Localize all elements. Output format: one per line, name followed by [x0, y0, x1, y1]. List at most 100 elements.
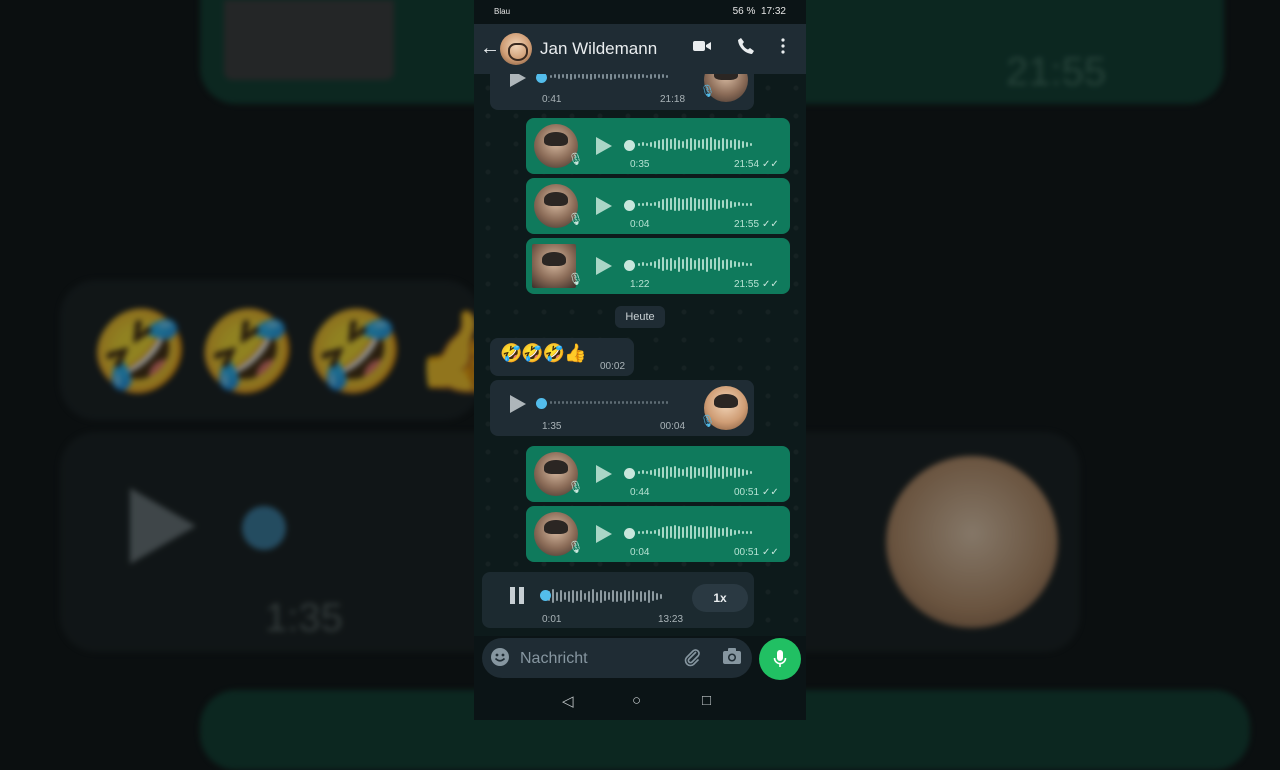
waveform-bar — [710, 198, 712, 210]
progress-dot[interactable] — [536, 398, 547, 409]
waveform-bar — [642, 142, 644, 146]
voice-message-outgoing[interactable]: 🎙 0:35 21:54 ✓✓ — [526, 118, 790, 174]
waveform-bar — [666, 74, 668, 78]
message-time: 00:04 — [660, 421, 686, 432]
waveform[interactable] — [638, 254, 752, 274]
voice-message-outgoing[interactable]: 🎙 0:04 00:51 ✓✓ — [526, 506, 790, 562]
waveform-bar — [590, 400, 592, 404]
waveform-bar — [642, 530, 644, 534]
waveform[interactable] — [550, 392, 668, 412]
waveform-bar — [578, 400, 580, 404]
play-icon[interactable] — [510, 395, 526, 413]
voice-message-outgoing[interactable]: 🎙 0:04 21:55 ✓✓ — [526, 178, 790, 234]
nav-recents-icon[interactable]: □ — [702, 692, 711, 709]
more-vert-icon[interactable] — [781, 37, 785, 59]
message-time: 00:51 — [734, 487, 760, 498]
waveform-bar — [718, 139, 720, 149]
waveform-bar — [566, 74, 568, 79]
play-icon[interactable] — [596, 197, 612, 215]
waveform-bar — [746, 262, 748, 266]
waveform-bar — [654, 74, 656, 78]
play-icon[interactable] — [596, 525, 612, 543]
bg-dot — [242, 506, 286, 550]
waveform[interactable] — [638, 194, 752, 214]
phone-icon[interactable] — [737, 37, 755, 60]
progress-dot[interactable] — [624, 468, 635, 479]
progress-dot[interactable] — [624, 528, 635, 539]
voice-record-button[interactable] — [759, 638, 801, 680]
waveform-bar — [584, 592, 586, 600]
waveform[interactable] — [550, 74, 668, 86]
carrier-label: Blau — [494, 7, 511, 16]
clock-label: 17:32 — [760, 6, 786, 17]
arrow-left-icon[interactable]: ← — [480, 37, 500, 59]
waveform[interactable] — [638, 134, 752, 154]
waveform-bar — [554, 400, 556, 404]
message-input[interactable] — [518, 646, 672, 672]
waveform-bar — [706, 197, 708, 211]
emoji-icon[interactable] — [490, 647, 510, 672]
chat-area[interactable]: 0:41 21:18 🎙 🎙 0:35 21:54 ✓✓ 🎙 0:04 21:55… — [474, 74, 806, 636]
waveform-bar — [714, 138, 716, 150]
waveform[interactable] — [638, 462, 752, 482]
waveform-bar — [648, 589, 650, 603]
waveform-bar — [674, 138, 676, 150]
waveform-bar — [686, 139, 688, 149]
waveform-bar — [566, 400, 568, 404]
waveform-bar — [750, 530, 752, 534]
player-position: 0:01 — [542, 614, 562, 625]
progress-dot[interactable] — [624, 200, 635, 211]
nav-back-icon[interactable]: ◁ — [562, 692, 574, 710]
voice-message-outgoing[interactable]: 🎙 0:44 00:51 ✓✓ — [526, 446, 790, 502]
waveform-bar — [698, 527, 700, 537]
contact-avatar[interactable] — [500, 33, 532, 65]
voice-duration: 0:35 — [630, 159, 650, 170]
progress-dot[interactable] — [624, 140, 635, 151]
waveform-bar — [686, 467, 688, 477]
progress-dot[interactable] — [624, 260, 635, 271]
play-icon[interactable] — [596, 137, 612, 155]
waveform-bar — [562, 74, 564, 78]
waveform-bar — [694, 197, 696, 211]
text-message-incoming[interactable]: 🤣🤣🤣👍 00:02 — [490, 338, 634, 376]
paperclip-icon[interactable] — [682, 647, 702, 672]
message-text: 🤣🤣🤣👍 — [500, 343, 587, 363]
pause-icon[interactable] — [510, 587, 524, 604]
voice-message-outgoing[interactable]: 🎙 1:22 21:55 ✓✓ — [526, 238, 790, 294]
play-icon[interactable] — [596, 257, 612, 275]
waveform-bar — [646, 202, 648, 206]
message-time-row: 21:55 ✓✓ — [734, 219, 779, 230]
mic-icon: 🎙 — [568, 272, 584, 286]
waveform-bar — [558, 400, 560, 404]
waveform-bar — [730, 140, 732, 148]
voice-message-incoming[interactable]: 0:41 21:18 🎙 — [490, 74, 754, 110]
contact-name[interactable]: Jan Wildemann — [540, 39, 657, 59]
waveform-bar — [598, 74, 600, 78]
waveform-bar — [722, 528, 724, 536]
waveform-bar — [730, 200, 732, 208]
voice-duration: 0:04 — [630, 547, 650, 558]
player-waveform[interactable] — [544, 586, 662, 606]
waveform-bar — [568, 590, 570, 602]
voice-message-incoming[interactable]: 1:35 00:04 🎙 — [490, 380, 754, 436]
playback-speed-button[interactable]: 1x — [692, 584, 748, 612]
waveform-bar — [580, 590, 582, 602]
video-call-icon[interactable] — [692, 37, 712, 59]
waveform-bar — [678, 139, 680, 149]
waveform-bar — [718, 527, 720, 537]
nav-home-icon[interactable]: ○ — [632, 692, 641, 709]
waveform[interactable] — [638, 522, 752, 542]
waveform-bar — [602, 400, 604, 404]
play-icon[interactable] — [596, 465, 612, 483]
waveform-bar — [726, 527, 728, 537]
play-icon[interactable] — [510, 74, 526, 87]
waveform-bar — [666, 137, 668, 151]
waveform-bar — [646, 142, 648, 146]
audio-player[interactable]: 0:01 13:23 1x — [482, 572, 754, 628]
waveform-bar — [746, 530, 748, 534]
camera-icon[interactable] — [722, 647, 742, 670]
waveform-bar — [550, 400, 552, 404]
message-time: 21:55 — [734, 219, 760, 230]
progress-dot[interactable] — [536, 74, 547, 83]
waveform-bar — [726, 467, 728, 477]
